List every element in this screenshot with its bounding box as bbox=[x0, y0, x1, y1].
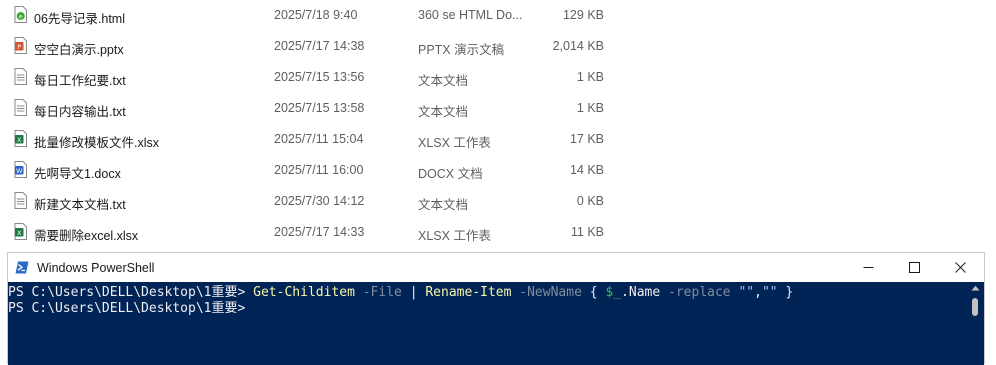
file-date: 2025/7/15 13:58 bbox=[274, 101, 365, 115]
html-file-icon: e bbox=[14, 6, 27, 23]
file-date: 2025/7/17 14:38 bbox=[274, 39, 365, 53]
pptx-file-icon: P bbox=[14, 37, 27, 54]
powershell-titlebar[interactable]: Windows PowerShell bbox=[8, 253, 984, 282]
file-date: 2025/7/30 14:12 bbox=[274, 194, 365, 208]
file-name: 新建文本文档.txt bbox=[34, 198, 126, 212]
brace-token: { bbox=[589, 285, 606, 300]
variable-token: $_ bbox=[605, 285, 622, 300]
file-row[interactable]: 每日内容输出.txt 2025/7/15 13:58 文本文档 1 KB bbox=[0, 93, 640, 124]
file-name: 06先导记录.html bbox=[34, 12, 125, 26]
file-type: 文本文档 bbox=[418, 74, 469, 88]
file-row[interactable]: X 批量修改模板文件.xlsx 2025/7/11 15:04 XLSX 工作表… bbox=[0, 124, 640, 155]
svg-text:W: W bbox=[16, 167, 23, 175]
file-row[interactable]: e 06先导记录.html 2025/7/18 9:40 360 se HTML… bbox=[0, 0, 640, 31]
close-icon bbox=[955, 262, 966, 273]
file-name: 每日工作纪要.txt bbox=[34, 74, 126, 88]
file-date: 2025/7/17 14:33 bbox=[274, 225, 365, 239]
file-type: DOCX 文档 bbox=[418, 167, 483, 181]
file-name: 空空白演示.pptx bbox=[34, 43, 124, 57]
parameter-token: -File bbox=[354, 285, 410, 300]
file-type: 文本文档 bbox=[418, 198, 469, 212]
file-name: 批量修改模板文件.xlsx bbox=[34, 136, 160, 150]
scroll-up-arrow-icon[interactable] bbox=[971, 285, 980, 291]
scrollbar-thumb[interactable] bbox=[972, 298, 978, 316]
string-token: "" bbox=[738, 285, 755, 300]
maximize-button[interactable] bbox=[892, 253, 938, 282]
string-token: "" bbox=[761, 285, 778, 300]
pipe-token: | bbox=[409, 285, 426, 300]
file-type: 360 se HTML Do... bbox=[418, 8, 523, 22]
close-button[interactable] bbox=[938, 253, 984, 282]
member-token: .Name bbox=[621, 285, 669, 300]
cmdlet-token: Rename-Item bbox=[425, 285, 512, 300]
minimize-icon bbox=[863, 267, 874, 268]
file-row[interactable]: W 先啊导文1.docx 2025/7/11 16:00 DOCX 文档 14 … bbox=[0, 155, 640, 186]
file-row[interactable]: P 空空白演示.pptx 2025/7/17 14:38 PPTX 演示文稿 2… bbox=[0, 31, 640, 62]
brace-token: } bbox=[777, 285, 794, 300]
file-date: 2025/7/18 9:40 bbox=[274, 8, 358, 22]
svg-text:e: e bbox=[19, 13, 23, 20]
txt-file-icon bbox=[14, 68, 27, 85]
file-date: 2025/7/11 16:00 bbox=[274, 163, 364, 177]
file-name: 每日内容输出.txt bbox=[34, 105, 126, 119]
console-scrollbar[interactable] bbox=[967, 282, 984, 365]
file-size: 17 KB bbox=[569, 132, 604, 146]
parameter-token: -replace bbox=[668, 285, 739, 300]
xlsx-file-icon: X bbox=[14, 223, 27, 240]
file-size: 14 KB bbox=[569, 163, 604, 177]
file-row[interactable]: X 需要删除excel.xlsx 2025/7/17 14:33 XLSX 工作… bbox=[0, 217, 640, 248]
file-name: 需要删除excel.xlsx bbox=[34, 229, 139, 243]
file-size: 1 KB bbox=[576, 101, 604, 115]
file-date: 2025/7/15 13:56 bbox=[274, 70, 365, 84]
docx-file-icon: W bbox=[14, 161, 27, 178]
console-prompt: PS C:\Users\DELL\Desktop\1重要> bbox=[8, 301, 246, 316]
file-size: 11 KB bbox=[570, 225, 604, 239]
file-size: 129 KB bbox=[562, 8, 604, 22]
maximize-icon bbox=[909, 262, 920, 273]
cmdlet-token: Get-Childitem bbox=[253, 285, 355, 300]
svg-text:X: X bbox=[17, 136, 22, 144]
console-prompt: PS C:\Users\DELL\Desktop\1重要> bbox=[8, 285, 254, 300]
file-date: 2025/7/11 15:04 bbox=[274, 132, 364, 146]
file-type: PPTX 演示文稿 bbox=[418, 43, 505, 57]
txt-file-icon bbox=[14, 99, 27, 116]
comma-token: , bbox=[754, 285, 762, 300]
file-type: XLSX 工作表 bbox=[418, 229, 491, 243]
window-title: Windows PowerShell bbox=[37, 261, 155, 275]
file-name: 先啊导文1.docx bbox=[34, 167, 121, 181]
svg-text:P: P bbox=[17, 43, 21, 51]
file-size: 0 KB bbox=[576, 194, 604, 208]
xlsx-file-icon: X bbox=[14, 130, 27, 147]
console-line: PS C:\Users\DELL\Desktop\1重要> Get-Childi… bbox=[8, 285, 984, 301]
file-row[interactable]: 新建文本文档.txt 2025/7/30 14:12 文本文档 0 KB bbox=[0, 186, 640, 217]
powershell-window[interactable]: Windows PowerShell PS C:\Users\DELL\Desk… bbox=[7, 252, 985, 365]
console-line: PS C:\Users\DELL\Desktop\1重要> bbox=[8, 301, 984, 317]
file-size: 2,014 KB bbox=[552, 39, 604, 53]
parameter-token: -NewName bbox=[511, 285, 590, 300]
txt-file-icon bbox=[14, 192, 27, 209]
minimize-button[interactable] bbox=[846, 253, 892, 282]
file-size: 1 KB bbox=[576, 70, 604, 84]
file-type: XLSX 工作表 bbox=[418, 136, 491, 150]
file-row[interactable]: 每日工作纪要.txt 2025/7/15 13:56 文本文档 1 KB bbox=[0, 62, 640, 93]
powershell-icon bbox=[15, 261, 29, 274]
powershell-console[interactable]: PS C:\Users\DELL\Desktop\1重要> Get-Childi… bbox=[8, 282, 984, 365]
svg-text:X: X bbox=[17, 229, 22, 237]
file-type: 文本文档 bbox=[418, 105, 469, 119]
file-explorer-list: e 06先导记录.html 2025/7/18 9:40 360 se HTML… bbox=[0, 0, 996, 252]
